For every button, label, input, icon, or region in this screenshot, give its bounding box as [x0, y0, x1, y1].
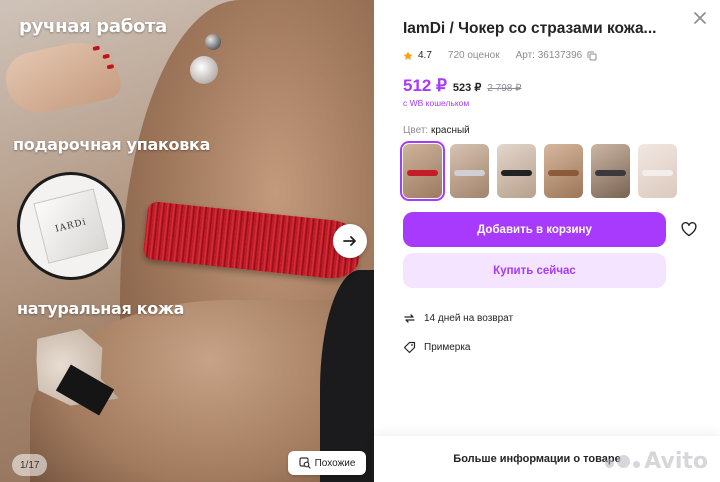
product-info-panel: IamDi / Чокер со стразами кожа... 4.7 72…: [374, 0, 720, 482]
price-old: 2 798 ₽: [487, 83, 522, 94]
product-title[interactable]: IamDi / Чокер со стразами кожа...: [403, 20, 693, 38]
promo-natural-leather: натуральная кожа: [17, 299, 185, 318]
image-search-icon: [298, 457, 311, 469]
gift-box-image: IARDi: [33, 188, 109, 264]
color-variant-red[interactable]: [400, 141, 445, 201]
price-with-wallet: 512 ₽: [403, 76, 447, 95]
product-image-gallery[interactable]: ручная работа подарочная упаковка IARDi …: [0, 0, 374, 482]
similar-products-button[interactable]: Похожие: [288, 451, 366, 475]
more-info-link[interactable]: Больше информации о товаре: [453, 453, 620, 465]
heart-icon: [681, 222, 697, 237]
nail-decor: [106, 64, 115, 70]
reviews-count[interactable]: 720 оценок: [448, 50, 500, 61]
add-to-cart-button[interactable]: Добавить в корзину: [403, 212, 666, 247]
close-icon: [694, 12, 706, 24]
color-label-text: Цвет:: [403, 125, 429, 136]
color-variant-light[interactable]: [638, 144, 677, 198]
promo-handmade: ручная работа: [19, 16, 168, 37]
rating-value: 4.7: [418, 50, 432, 61]
image-counter: 1/17: [12, 454, 48, 476]
article-number: Арт: 36137396: [515, 50, 583, 61]
gift-box-logo: IARDi: [54, 217, 88, 235]
earring-stud-image: [205, 34, 221, 50]
color-value: красный: [430, 125, 470, 136]
copy-icon[interactable]: [587, 51, 597, 61]
hand-image: [0, 35, 124, 119]
fitting-label: Примерка: [424, 342, 471, 353]
gift-box-badge: IARDi: [17, 172, 125, 280]
price-without-wallet: 523 ₽: [452, 82, 482, 94]
earring-pearl-image: [190, 56, 218, 84]
color-variant-bronze[interactable]: [544, 144, 583, 198]
product-meta: 4.7 720 оценок Арт: 36137396: [403, 50, 720, 61]
color-variant-silver[interactable]: [450, 144, 489, 198]
arrow-right-icon: [343, 236, 356, 246]
avito-dots-icon: [605, 455, 641, 468]
watermark-text: Avito: [644, 449, 708, 474]
cart-row: Добавить в корзину: [403, 212, 720, 247]
price-row: 512 ₽ 523 ₽ 2 798 ₽: [403, 76, 720, 96]
tag-icon: [403, 341, 416, 354]
color-variant-black-crystal[interactable]: [591, 144, 630, 198]
product-quick-view: ручная работа подарочная упаковка IARDi …: [0, 0, 720, 482]
similar-products-label: Похожие: [314, 457, 356, 469]
nail-decor: [102, 53, 111, 60]
close-button[interactable]: [690, 8, 710, 28]
returns-label: 14 дней на возврат: [424, 313, 514, 324]
color-label: Цвет: красный: [403, 125, 720, 136]
fitting-feature[interactable]: Примерка: [403, 341, 720, 354]
returns-feature[interactable]: 14 дней на возврат: [403, 312, 720, 325]
return-arrows-icon: [404, 314, 415, 323]
buy-now-button[interactable]: Купить сейчас: [403, 253, 666, 288]
nail-decor: [92, 45, 101, 51]
color-variants: [400, 141, 720, 201]
avito-watermark: Avito: [605, 449, 708, 474]
star-icon: [403, 51, 413, 60]
wallet-note[interactable]: с WB кошельком: [403, 98, 720, 108]
next-image-button[interactable]: [333, 224, 367, 258]
promo-gift-packaging: подарочная упаковка: [13, 135, 211, 154]
favorite-button[interactable]: [679, 220, 699, 240]
color-variant-black[interactable]: [497, 144, 536, 198]
